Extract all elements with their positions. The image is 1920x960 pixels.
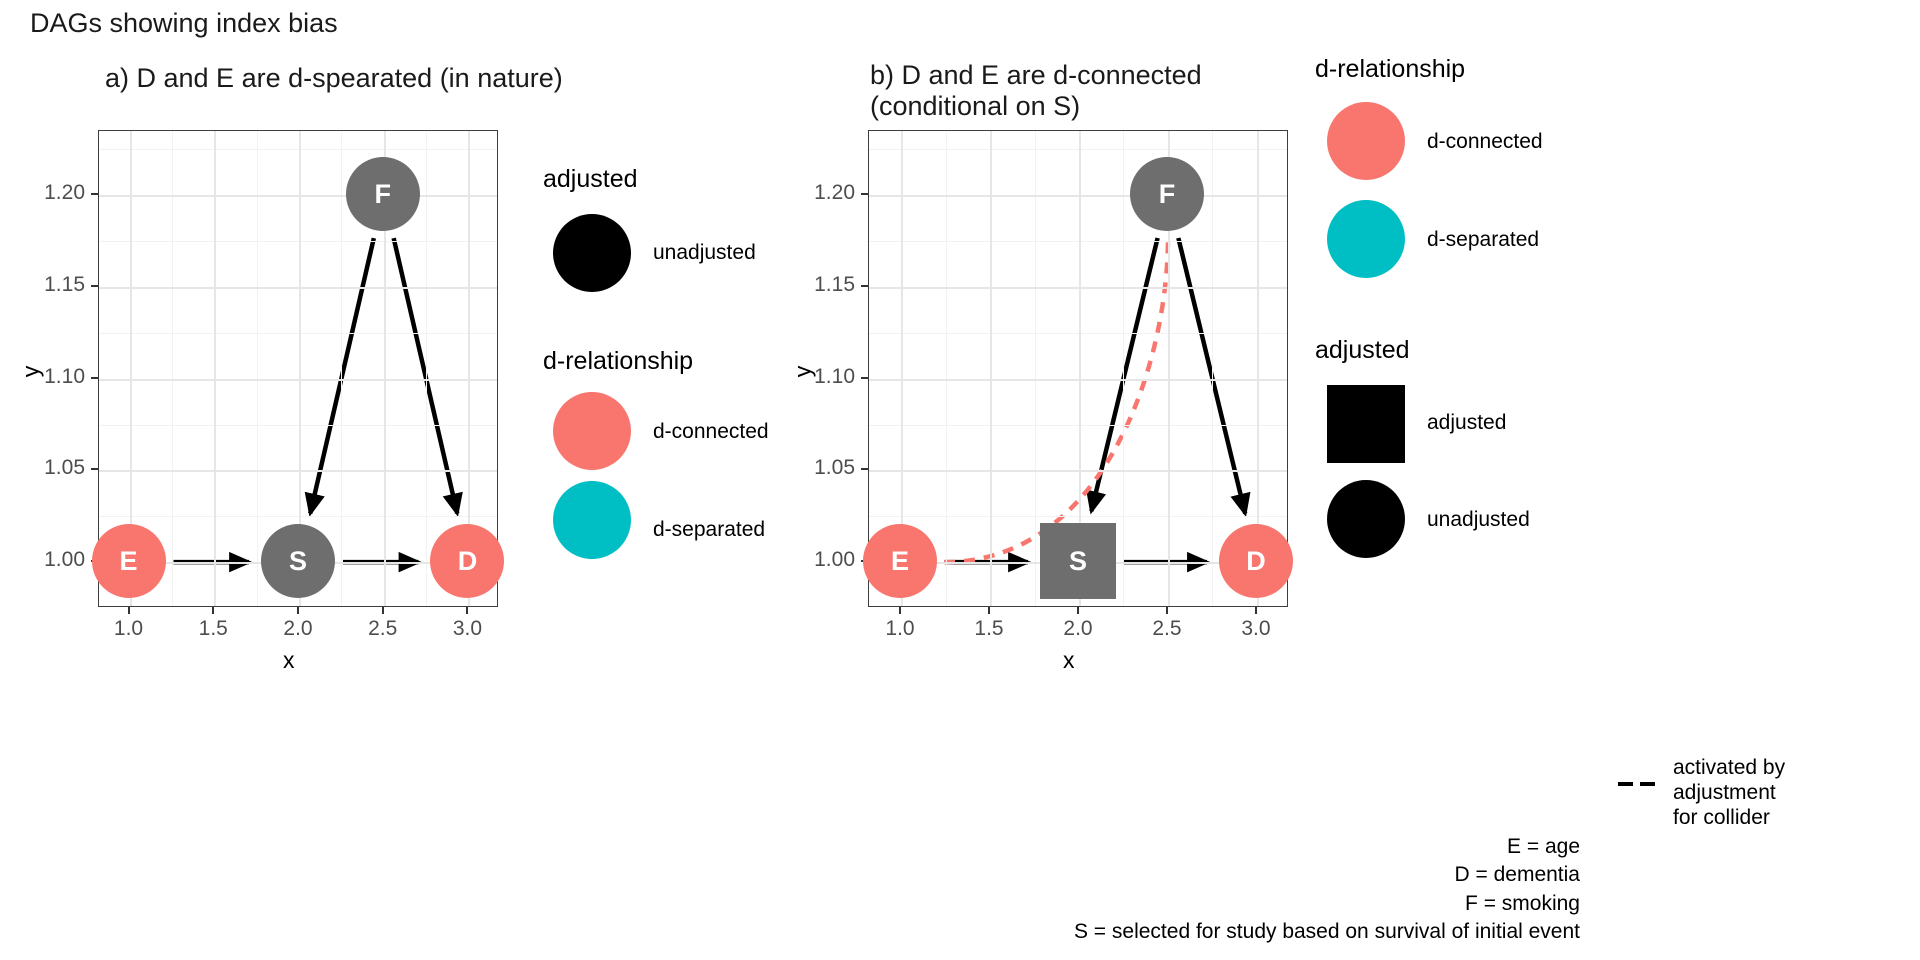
legend-b-key-d-connected[interactable] — [1327, 102, 1405, 180]
legend-a-key-d-connected[interactable] — [553, 392, 631, 470]
y-tick-label: 1.20 — [44, 181, 85, 205]
y-tick-mark — [91, 193, 98, 196]
legend-b-drelationship-title: d-relationship — [1315, 55, 1466, 83]
dash-segment-1-icon — [1618, 782, 1633, 786]
gridline-major-horizontal — [869, 378, 1287, 381]
gridline-major-horizontal — [99, 286, 497, 289]
legend-a-adjusted-title: adjusted — [543, 165, 638, 193]
gridline-minor-vertical — [1034, 131, 1036, 606]
x-tick-label: 1.0 — [113, 617, 144, 640]
gridline-major-horizontal — [99, 470, 497, 473]
panel-b-notes: E = age D = dementia F = smoking S = sel… — [1073, 835, 1580, 944]
x-tick-mark — [1165, 607, 1168, 614]
x-tick-label: 3.0 — [1241, 617, 1271, 640]
y-tick-label: 1.15 — [814, 272, 855, 296]
x-tick-label: 1.5 — [974, 617, 1004, 640]
y-tick-mark — [861, 193, 868, 196]
legend-a-label-d-connected: d-connected — [653, 420, 769, 443]
x-tick-mark — [297, 607, 299, 614]
gridline-major-horizontal — [99, 195, 497, 198]
panel-a-x-axis-title: x — [283, 647, 295, 673]
gridline-major-vertical — [990, 131, 993, 606]
node-f[interactable]: F — [1129, 157, 1204, 232]
figure-title: DAGs showing index bias — [30, 8, 338, 38]
x-tick-label: 2.5 — [368, 617, 398, 640]
node-f[interactable]: F — [345, 157, 420, 232]
panel-a-title: a) D and E are d-spearated (in nature) — [105, 63, 563, 93]
gridline-minor-vertical — [171, 131, 173, 606]
x-tick-mark — [381, 607, 384, 614]
legend-a-key-d-separated[interactable] — [553, 481, 631, 559]
legend-b-key-adjusted[interactable] — [1327, 385, 1405, 463]
gridline-major-horizontal — [869, 286, 1287, 289]
x-tick-label: 2.0 — [1063, 617, 1093, 640]
x-tick-mark — [212, 607, 215, 614]
node-e[interactable]: E — [91, 524, 166, 599]
legend-b-key-unadjusted[interactable] — [1327, 480, 1405, 558]
gridline-major-horizontal — [869, 470, 1287, 473]
gridline-minor-vertical — [1212, 131, 1214, 606]
legend-a-label-d-separated: d-separated — [653, 518, 766, 541]
legend-b-key-d-separated[interactable] — [1327, 200, 1405, 278]
dash-segment-2-icon — [1640, 782, 1655, 786]
y-tick-mark — [861, 376, 868, 379]
y-tick-mark — [861, 284, 868, 287]
legend-b-label-d-separated: d-separated — [1427, 228, 1540, 251]
y-tick-label: 1.10 — [814, 364, 855, 388]
x-tick-mark — [1254, 607, 1257, 614]
legend-b-label-dashed-edge: activated by adjustment for collider — [1673, 756, 1786, 830]
gridline-minor-vertical — [945, 131, 947, 606]
y-tick-label: 1.10 — [44, 364, 85, 388]
panel-b-title: b) D and E are d-connected (conditional … — [870, 60, 1202, 122]
x-tick-label: 3.0 — [452, 617, 483, 640]
x-tick-label: 1.0 — [885, 617, 915, 640]
y-tick-mark — [91, 468, 98, 471]
legend-b-label-adjusted: adjusted — [1427, 411, 1507, 434]
legend-a-drelationship-title: d-relationship — [543, 347, 694, 375]
x-tick-mark — [988, 607, 991, 614]
y-tick-label: 1.05 — [814, 456, 855, 480]
gridline-minor-vertical — [426, 131, 428, 606]
y-tick-label: 1.15 — [44, 272, 85, 296]
gridline-minor-vertical — [1123, 131, 1125, 606]
panel-a-y-axis-title: y — [17, 365, 44, 378]
y-tick-mark — [861, 468, 868, 471]
gridline-minor-vertical — [341, 131, 343, 606]
node-e[interactable]: E — [863, 524, 938, 599]
legend-b-key-dashed-edge[interactable] — [1618, 782, 1655, 786]
node-d[interactable]: D — [1218, 524, 1293, 599]
gridline-major-vertical — [214, 131, 217, 606]
y-tick-mark — [91, 284, 98, 287]
y-tick-label: 1.00 — [814, 548, 855, 572]
node-s[interactable]: S — [261, 524, 335, 599]
legend-b-label-d-connected: d-connected — [1427, 130, 1543, 153]
node-s[interactable]: S — [1040, 523, 1116, 600]
y-tick-label: 1.20 — [814, 181, 855, 205]
x-tick-mark — [466, 607, 469, 614]
x-tick-label: 2.5 — [1152, 617, 1182, 640]
panel-b-y-axis-title: y — [789, 365, 816, 378]
legend-a-key-unadjusted[interactable] — [553, 214, 631, 292]
x-tick-label: 1.5 — [198, 617, 228, 640]
x-tick-mark — [899, 607, 902, 614]
panel-b-x-axis-title: x — [1063, 647, 1075, 673]
x-tick-mark — [1077, 607, 1079, 614]
legend-b-adjusted-title: adjusted — [1315, 336, 1410, 364]
x-tick-label: 2.0 — [283, 617, 313, 640]
y-tick-label: 1.00 — [44, 548, 85, 572]
gridline-major-horizontal — [99, 378, 497, 381]
legend-a-label-unadjusted: unadjusted — [653, 241, 756, 264]
legend-b-label-unadjusted: unadjusted — [1427, 508, 1530, 531]
y-tick-mark — [91, 376, 98, 379]
gridline-minor-vertical — [256, 131, 258, 606]
y-tick-label: 1.05 — [44, 456, 85, 480]
x-tick-mark — [127, 607, 130, 614]
gridline-major-horizontal — [869, 195, 1287, 198]
